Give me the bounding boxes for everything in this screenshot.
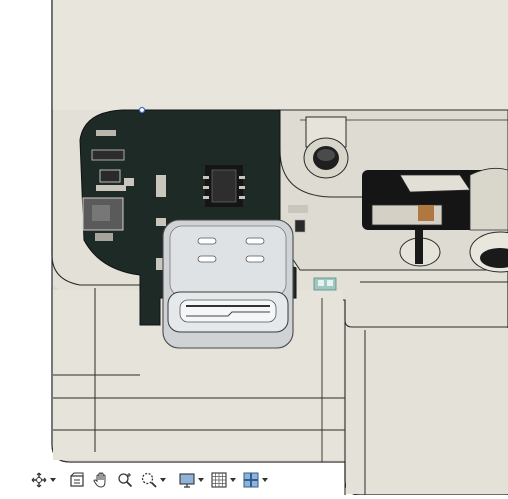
zoom-icon: [118, 473, 133, 488]
grid-snaps-icon: [211, 472, 227, 488]
display-settings-icon: [179, 473, 195, 488]
display-settings-button[interactable]: [176, 470, 206, 490]
chevron-down-icon: [50, 478, 56, 482]
chevron-down-icon: [160, 478, 166, 482]
viewports-icon: [243, 472, 259, 488]
pan-icon: [93, 472, 106, 488]
model-canvas: [0, 0, 508, 496]
chevron-down-icon: [230, 478, 236, 482]
chevron-down-icon: [262, 478, 268, 482]
orbit-icon: [31, 472, 47, 488]
zoom-button[interactable]: [114, 470, 136, 490]
viewports-button[interactable]: [240, 470, 270, 490]
chevron-down-icon: [198, 478, 204, 482]
look-at-icon: [70, 472, 84, 487]
usb-c-connector: [162, 219, 294, 349]
navigation-toolbar: [24, 468, 268, 492]
look-at-button[interactable]: [66, 470, 88, 490]
grid-snaps-button[interactable]: [208, 470, 238, 490]
fit-zoom-button[interactable]: [138, 470, 168, 490]
fit-zoom-icon: [141, 472, 157, 488]
orbit-button[interactable]: [28, 470, 58, 490]
pan-button[interactable]: [90, 470, 112, 490]
3d-viewport[interactable]: [0, 0, 508, 496]
